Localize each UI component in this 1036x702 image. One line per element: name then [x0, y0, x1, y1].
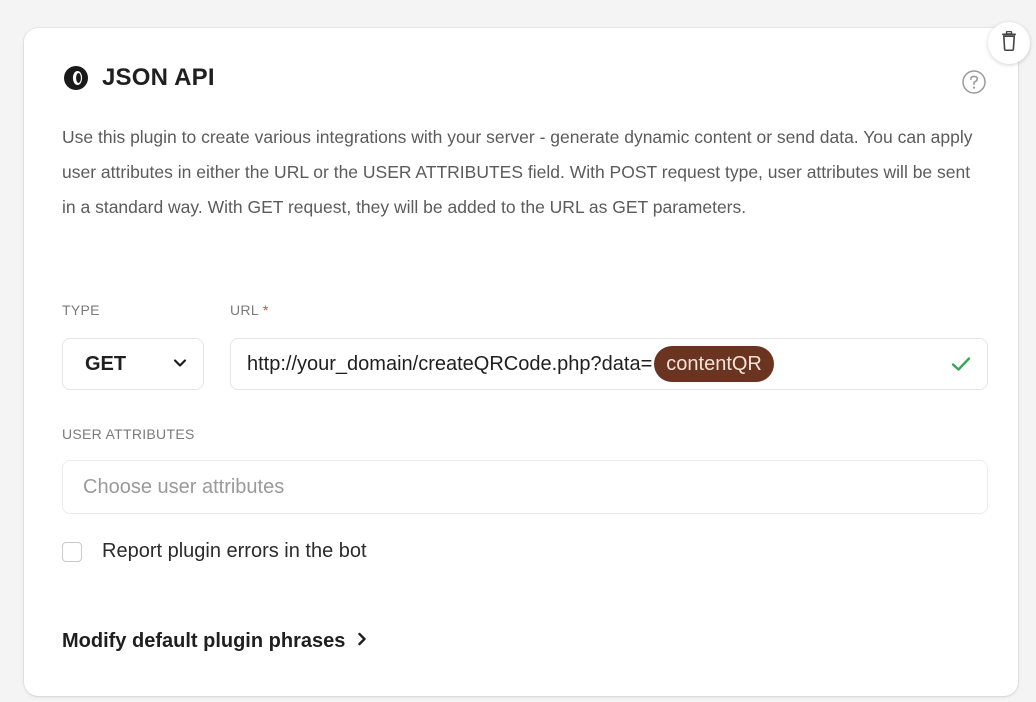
required-asterisk: * [262, 302, 269, 318]
report-errors-label: Report plugin errors in the bot [102, 540, 367, 562]
trash-icon [1001, 30, 1017, 56]
report-errors-option[interactable]: Report plugin errors in the bot [62, 540, 367, 563]
question-circle-icon[interactable] [960, 68, 988, 96]
chevron-down-icon [173, 355, 187, 373]
user-attributes-label: USER ATTRIBUTES [62, 426, 195, 442]
url-label: URL * [230, 302, 269, 318]
type-label-text: TYPE [62, 302, 100, 318]
chevron-right-icon [357, 632, 367, 651]
user-attributes-label-text: USER ATTRIBUTES [62, 426, 195, 442]
url-input[interactable]: http://your_domain/createQRCode.php?data… [230, 338, 988, 390]
plugin-header: JSON API [62, 64, 215, 92]
url-input-text: http://your_domain/createQRCode.php?data… [247, 352, 653, 375]
type-label: TYPE [62, 302, 100, 318]
request-type-value: GET [85, 352, 127, 375]
modify-phrases-text: Modify default plugin phrases [62, 630, 346, 652]
delete-plugin-button[interactable] [988, 22, 1030, 64]
modify-phrases-link[interactable]: Modify default plugin phrases [62, 630, 367, 653]
user-attributes-input[interactable]: Choose user attributes [62, 460, 988, 514]
plugin-description: Use this plugin to create various integr… [62, 127, 973, 217]
plugin-title: JSON API [102, 64, 215, 91]
json-api-logo-icon [62, 64, 90, 92]
request-type-select[interactable]: GET [62, 338, 204, 390]
report-errors-checkbox[interactable] [62, 541, 82, 562]
check-icon [949, 352, 973, 376]
user-attributes-placeholder: Choose user attributes [83, 475, 285, 498]
url-attribute-chip[interactable]: contentQR [654, 346, 774, 382]
url-label-text: URL [230, 302, 259, 318]
